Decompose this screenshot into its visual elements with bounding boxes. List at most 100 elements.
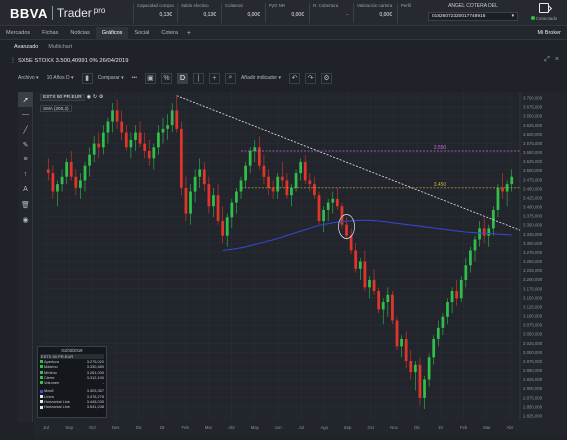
candle-body [446, 302, 449, 317]
candle-body [354, 250, 358, 269]
percent-icon[interactable]: % [160, 72, 172, 84]
app-logo[interactable]: BBVA Trader pro [10, 5, 105, 21]
series-swatch [40, 400, 43, 404]
x-tick-label: Nov [112, 425, 120, 430]
text-tool-icon[interactable]: A [18, 182, 33, 197]
candle-body [331, 198, 335, 203]
candle-type-icon[interactable]: ▮ [81, 72, 93, 84]
nav-tab[interactable]: Social [128, 27, 155, 40]
y-tick-label: 3.250,000 [523, 259, 543, 264]
account-number-dropdown[interactable]: 01826072320017748918 ▾ [428, 12, 518, 21]
trash-icon[interactable]: 🗑 [18, 197, 33, 212]
candle-body [368, 279, 371, 288]
candle-body [175, 110, 179, 129]
candle-body [157, 132, 160, 148]
x-tick-label: Feb [460, 425, 468, 430]
y-tick-label: 3.200,000 [523, 277, 543, 282]
add-indicator-menu[interactable]: Añadir indicador ▾ [241, 75, 281, 81]
candle-body [92, 143, 96, 155]
nav-tab[interactable]: Cotera [155, 27, 184, 40]
settings-icon[interactable]: ⚙ [321, 72, 333, 84]
candle-body [189, 191, 192, 214]
candle-body [418, 364, 422, 398]
pencil-icon[interactable]: ✎ [18, 137, 33, 152]
candle-body [147, 150, 151, 159]
nav-tab[interactable]: Gráficos [95, 26, 129, 40]
mi-broker-link[interactable]: Mi Broker [537, 27, 561, 40]
x-tick-label: Abr [228, 425, 235, 430]
chart-canvas[interactable]: 3.700,000 3.675,000 3.650,000 3.625,000 3.60… [34, 92, 567, 437]
candle-body [248, 150, 252, 166]
candle-body [413, 364, 417, 373]
x-tick-label: Mar [483, 425, 491, 430]
screenshot-icon[interactable]: ▣ [144, 72, 156, 84]
x-tick-label: Sep [344, 425, 352, 430]
zoom-icon[interactable]: ⌕ [224, 72, 236, 84]
price-chart[interactable]: 3.700,000 3.675,000 3.650,000 3.625,000 3.60… [34, 92, 567, 437]
candle-body [326, 202, 330, 210]
stat-value: 0,00€ [291, 12, 304, 18]
nav-tab[interactable]: Fichas [36, 27, 64, 40]
x-tick-label: Mar [205, 425, 213, 430]
series-swatch [40, 360, 43, 364]
series-swatch [40, 394, 43, 398]
cursor-icon[interactable]: ➚ [18, 92, 33, 107]
stat-item: R. Cobertura - [309, 3, 353, 23]
product-name: Trader [56, 6, 92, 20]
series-swatch [40, 381, 43, 385]
undo-icon[interactable]: ↶ [289, 72, 301, 84]
product-edition: pro [93, 5, 106, 15]
menu-dots-icon[interactable]: ⋮ [10, 57, 16, 64]
x-tick-label: Feb [181, 425, 189, 430]
candle-body [166, 125, 169, 129]
candle-body [299, 162, 303, 174]
trendline-icon[interactable]: ╱ [18, 122, 33, 137]
crosshair-icon[interactable]: + [208, 72, 220, 84]
settings-icon[interactable]: ⚙ [99, 95, 103, 100]
more-options-icon[interactable]: ••• [132, 75, 137, 81]
candle-body [106, 121, 110, 133]
candle-body [455, 291, 459, 299]
add-tab-icon[interactable]: + [184, 30, 194, 37]
subnav-tab[interactable]: Multichart [48, 44, 72, 50]
visibility-icon[interactable]: ◉ [18, 212, 33, 227]
compare-menu[interactable]: Comparar ▾ [98, 75, 124, 81]
y-tick-label: 2.975,000 [523, 359, 543, 364]
arrow-up-icon[interactable]: ↑ [18, 167, 33, 182]
fibonacci-icon[interactable]: ≡ [18, 152, 33, 167]
subnav-tab[interactable]: Avanzado [14, 44, 38, 50]
connection-label: Conectado [535, 16, 558, 21]
connection-status[interactable]: Conectado [527, 3, 561, 21]
archivo-menu[interactable]: Archivo ▾ [18, 75, 39, 81]
candle-body [391, 294, 394, 321]
redo-icon[interactable]: ↷ [305, 72, 317, 84]
legend-symbol[interactable]: ESTX 50 PR.EUR [40, 94, 85, 101]
draw-mode-icon[interactable]: D [176, 72, 188, 84]
candle-body [74, 176, 78, 188]
candle-body [198, 169, 202, 177]
candle-body [88, 154, 91, 166]
horizontal-line-icon[interactable]: — [18, 107, 33, 122]
refresh-icon[interactable]: ↻ [93, 95, 97, 100]
series-swatch [40, 365, 43, 369]
nav-tab[interactable]: Mercados [0, 27, 36, 40]
account-selector[interactable]: ANGEL COTERA DEL 01826072320017748918 ▾ [428, 3, 518, 21]
line-tool-icon[interactable]: | [192, 72, 204, 84]
expand-icon[interactable]: ⤢ [544, 56, 550, 64]
candle-body [179, 128, 183, 188]
chart-subnav: Avanzado Multichart [0, 41, 567, 53]
sma-legend[interactable]: SMA (200,2) [40, 105, 72, 112]
close-icon[interactable]: × [555, 56, 559, 64]
stat-label: Saldo efectivo [181, 3, 209, 8]
logout-icon[interactable] [539, 3, 549, 13]
y-tick-label: 3.025,000 [523, 341, 543, 346]
candle-body [65, 162, 69, 177]
nav-tab[interactable]: Noticias [64, 27, 96, 40]
visibility-icon[interactable]: ◉ [87, 95, 91, 100]
account-stats: Capacidad compra 0,13€ Saldo efectivo 0,13€… [133, 3, 441, 23]
candle-body [469, 250, 472, 266]
period-select[interactable]: 10 Años D ▾ [47, 75, 74, 81]
info-rows-indicators: Mov8 3.303,357 Línea 3.376,278 Horizontal Li… [40, 388, 104, 409]
candle-body [184, 187, 188, 214]
x-tick-label: Jul [298, 425, 304, 430]
